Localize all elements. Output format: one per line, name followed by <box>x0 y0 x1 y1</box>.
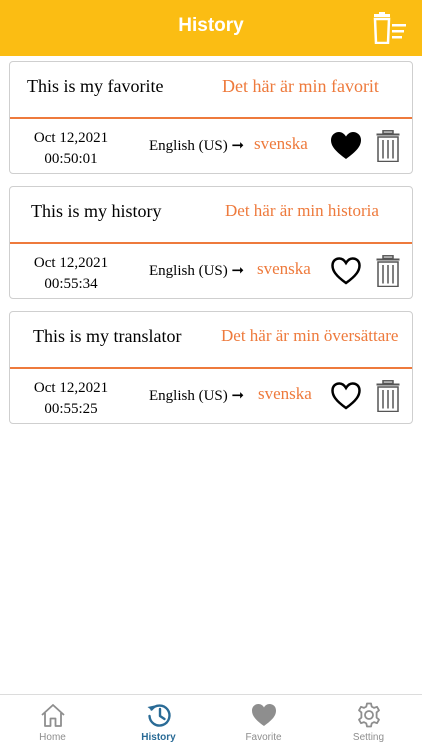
source-language: English (US) ➞ <box>149 388 245 404</box>
entry-date: Oct 12,2021 <box>33 255 109 271</box>
target-language: svenska <box>257 259 311 278</box>
home-icon <box>41 704 65 727</box>
heart-icon <box>252 704 276 726</box>
entry-time: 00:50:01 <box>44 151 98 167</box>
entry-timestamp: Oct 12,2021 00:50:01 <box>30 128 112 170</box>
source-language: English (US) ➞ <box>149 263 245 279</box>
tab-label: Setting <box>352 732 385 743</box>
target-language: svenska <box>254 134 308 153</box>
tab-label: Home <box>39 732 66 743</box>
history-entry[interactable]: This is my favorite Det här är min favor… <box>9 61 413 174</box>
entry-text-row: This is my favorite Det här är min favor… <box>10 62 412 117</box>
target-language: svenska <box>258 384 312 403</box>
favorite-filled-heart-icon[interactable] <box>330 130 362 162</box>
delete-trash-icon[interactable] <box>376 380 400 412</box>
tab-label: Favorite <box>245 732 282 743</box>
clear-history-icon[interactable] <box>372 12 408 44</box>
entry-timestamp: Oct 12,2021 00:55:25 <box>30 378 112 420</box>
delete-trash-icon[interactable] <box>376 130 400 162</box>
tab-setting[interactable]: Setting <box>316 695 421 750</box>
translated-text: Det här är min översättare <box>221 326 399 345</box>
source-text: This is my history <box>31 201 162 221</box>
translated-text: Det här är min historia <box>225 201 379 220</box>
delete-trash-icon[interactable] <box>376 255 400 287</box>
source-text: This is my translator <box>33 326 182 346</box>
gear-icon <box>358 702 380 728</box>
tab-history[interactable]: History <box>106 695 211 750</box>
tab-home[interactable]: Home <box>0 695 105 750</box>
entry-text-row: This is my history Det här är min histor… <box>10 187 412 242</box>
tab-label: History <box>141 732 176 743</box>
entry-date: Oct 12,2021 <box>33 380 109 396</box>
divider <box>10 367 412 369</box>
history-entry[interactable]: This is my history Det här är min histor… <box>9 186 413 299</box>
history-icon <box>147 704 171 727</box>
entry-timestamp: Oct 12,2021 00:55:34 <box>30 253 112 295</box>
divider <box>10 242 412 244</box>
entry-time: 00:55:34 <box>44 276 98 292</box>
source-language: English (US) ➞ <box>149 138 245 154</box>
favorite-outline-heart-icon[interactable] <box>330 255 362 287</box>
favorite-outline-heart-icon[interactable] <box>330 380 362 412</box>
tab-favorite[interactable]: Favorite <box>211 695 316 750</box>
entry-text-row: This is my translator Det här är min öve… <box>10 312 412 367</box>
entry-time: 00:55:25 <box>44 401 98 417</box>
translated-text: Det här är min favorit <box>222 76 379 96</box>
source-text: This is my favorite <box>27 76 164 96</box>
page-title: History <box>178 15 244 36</box>
entry-date: Oct 12,2021 <box>33 130 109 146</box>
app-header: History <box>0 0 422 56</box>
divider <box>10 117 412 119</box>
history-entry[interactable]: This is my translator Det här är min öve… <box>9 311 413 424</box>
bottom-tab-bar: Home History Favorite Setting <box>0 694 422 750</box>
